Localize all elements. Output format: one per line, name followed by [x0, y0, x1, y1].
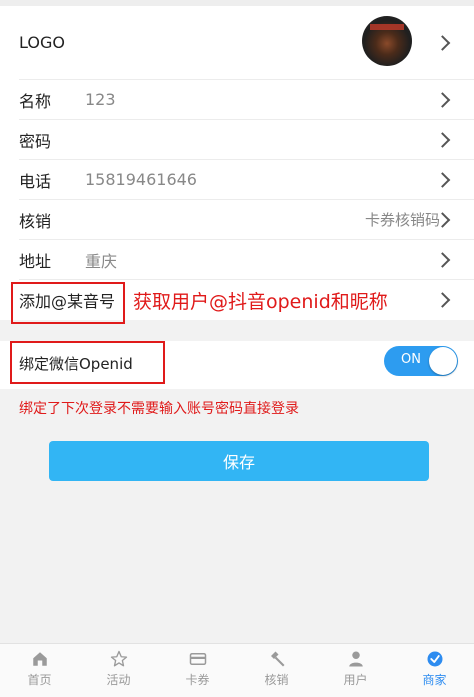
- phone-value: 15819461646: [85, 170, 197, 189]
- tab-coupon[interactable]: 卡券: [158, 644, 237, 697]
- tab-verify[interactable]: 核销: [237, 644, 316, 697]
- tab-merchant-label: 商家: [422, 673, 447, 687]
- tab-home-label: 首页: [27, 673, 52, 687]
- tab-user[interactable]: 用户: [316, 644, 395, 697]
- tab-activity-label: 活动: [106, 673, 131, 687]
- save-button[interactable]: 保存: [49, 441, 429, 481]
- tab-home[interactable]: 首页: [0, 644, 79, 697]
- password-row[interactable]: 密码: [19, 120, 474, 160]
- douyin-annotation-box: [11, 282, 125, 324]
- password-label: 密码: [19, 131, 52, 151]
- name-label: 名称: [19, 91, 52, 111]
- verify-row[interactable]: 核销 卡券核销码: [19, 200, 474, 240]
- address-value: 重庆: [85, 251, 118, 271]
- home-icon: [32, 652, 47, 666]
- address-row[interactable]: 地址 重庆: [19, 240, 474, 280]
- check-circle-icon: [427, 651, 442, 667]
- tab-activity[interactable]: 活动: [79, 644, 158, 697]
- tab-verify-label: 核销: [264, 673, 289, 687]
- toggle-on-text: ON: [401, 352, 421, 367]
- tab-coupon-label: 卡券: [185, 673, 210, 687]
- verify-label: 核销: [19, 211, 52, 231]
- douyin-hint: 获取用户@抖音openid和昵称: [133, 290, 388, 313]
- name-row[interactable]: 名称 123: [19, 80, 474, 120]
- tab-user-label: 用户: [343, 673, 368, 687]
- wechat-toggle[interactable]: ON: [384, 346, 458, 376]
- verify-value: 卡券核销码: [364, 211, 440, 229]
- chevron-right-icon: [434, 34, 451, 51]
- logo-label: LOGO: [19, 33, 65, 52]
- wechat-annotation-box: [10, 341, 165, 384]
- address-label: 地址: [19, 251, 52, 271]
- settings-list: LOGO 名称 123 密码 电话 15819461646 核销 卡券核销码 地…: [0, 6, 474, 320]
- bottom-tabbar: 首页 活动 卡券 核销 用户 商家: [0, 643, 474, 697]
- phone-label: 电话: [19, 171, 52, 191]
- logo-row[interactable]: LOGO: [19, 6, 474, 80]
- tab-merchant[interactable]: 商家: [395, 644, 474, 697]
- chevron-right-icon: [434, 131, 451, 148]
- phone-row[interactable]: 电话 15819461646: [19, 160, 474, 200]
- hammer-icon: [270, 651, 284, 667]
- card-icon: [189, 653, 206, 665]
- bind-hint: 绑定了下次登录不需要输入账号密码直接登录: [19, 401, 299, 417]
- logo-avatar: [362, 16, 412, 66]
- chevron-right-icon: [434, 292, 451, 308]
- star-icon: [110, 650, 127, 667]
- user-icon: [348, 651, 363, 667]
- name-value: 123: [85, 90, 116, 109]
- toggle-knob: [429, 347, 457, 375]
